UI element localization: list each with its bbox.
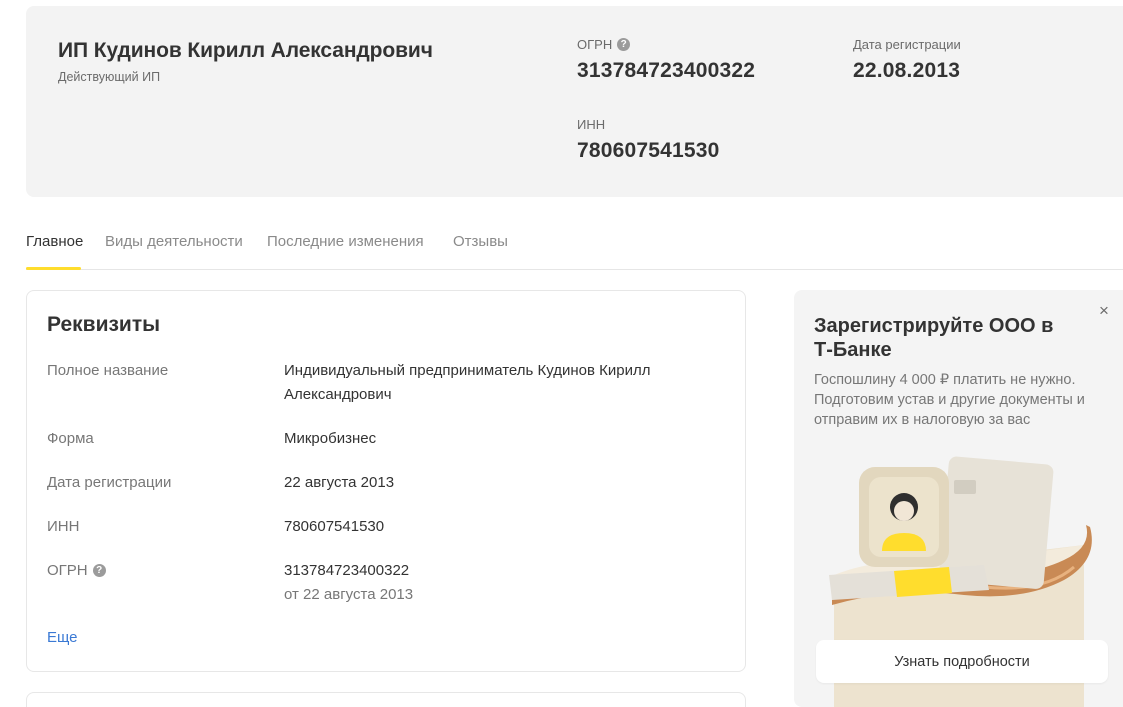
tab-activities[interactable]: Виды деятельности (105, 233, 243, 250)
ogrn-row-number: 313784723400322 (284, 562, 410, 579)
registration-date-row-value: 22 августа 2013 (284, 474, 395, 491)
inn-row-label: ИНН (47, 518, 80, 535)
requisites-title: Реквизиты (47, 313, 161, 336)
tab-recent-changes[interactable]: Последние изменения (267, 233, 424, 250)
registration-date-value: 22.08.2013 (853, 59, 961, 82)
inn-value: 780607541530 (577, 139, 720, 162)
promo-text: Госпошлину 4 000 ₽ платить не нужно. Под… (814, 372, 1085, 428)
tab-reviews[interactable]: Отзывы (453, 233, 508, 250)
promo-title: Зарегистрируйте ООО в Т-Банке (814, 315, 1054, 361)
help-icon[interactable]: ? (92, 564, 106, 577)
tab-main[interactable]: Главное (26, 233, 83, 250)
requisites-card: Реквизиты Полное название Индивидуальный… (26, 290, 746, 672)
form-label: Форма (47, 430, 94, 447)
company-header-card: ИП Кудинов Кирилл Александрович Действую… (26, 6, 1123, 197)
promo-banner: × Зарегистрируйте ООО в Т-Банке Госпошли… (794, 290, 1123, 707)
full-name-value: Индивидуальный предприниматель Кудинов К… (284, 362, 651, 403)
ogrn-value: 313784723400322 (577, 59, 756, 82)
help-icon[interactable]: ? (617, 38, 631, 51)
registration-date-label: Дата регистрации (853, 37, 961, 52)
full-name-label: Полное название (47, 362, 169, 379)
ogrn-row-value: 313784723400322 от 22 августа 2013 (284, 559, 704, 607)
tab-bar: Главное Виды деятельности Последние изме… (26, 226, 1123, 270)
ogrn-row-date: от 22 августа 2013 (284, 586, 414, 603)
form-value: Микробизнес (284, 430, 377, 447)
registration-date-row-label: Дата регистрации (47, 474, 172, 491)
ogrn-row-label: ОГРН ? (47, 562, 106, 579)
company-status: Действующий ИП (58, 70, 161, 84)
inn-label: ИНН (577, 117, 606, 132)
next-section-card (26, 692, 746, 707)
inn-row-value: 780607541530 (284, 518, 385, 535)
learn-more-button[interactable]: Узнать подробности (816, 640, 1108, 683)
active-tab-indicator (26, 267, 81, 270)
close-icon[interactable]: × (1099, 302, 1109, 319)
ogrn-label: ОГРН ? (577, 37, 631, 52)
ogrn-row-label-text: ОГРН (47, 562, 88, 579)
ogrn-label-text: ОГРН (577, 37, 613, 52)
more-link[interactable]: Еще (47, 629, 78, 646)
company-name: ИП Кудинов Кирилл Александрович (58, 39, 433, 62)
